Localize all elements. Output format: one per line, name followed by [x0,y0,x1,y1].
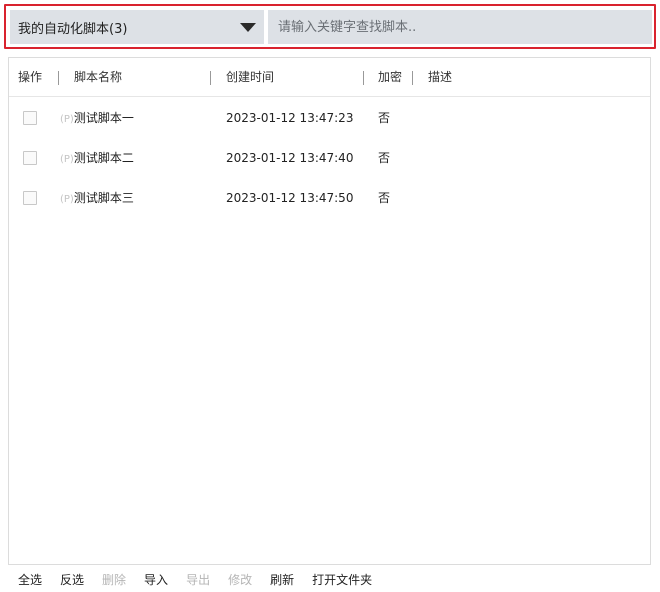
header-action: 操作 [18,70,43,84]
encrypted-cell: 否 [378,151,391,165]
filter-bar-highlight: 我的自动化脚本(3) [4,4,656,49]
table-row[interactable]: (P)测试脚本二 2023-01-12 13:47:40 否 [9,138,650,178]
dropdown-selected-value: 我的自动化脚本(3) [18,21,128,37]
header-created[interactable]: 创建时间 [226,58,274,97]
open-folder-button[interactable]: 打开文件夹 [312,571,372,588]
script-name: 测试脚本一 [73,111,134,125]
script-type-prefix: (P) [60,154,74,165]
header-divider[interactable] [412,71,413,85]
script-type-prefix: (P) [60,194,74,205]
select-all-button[interactable]: 全选 [18,571,42,588]
created-time-cell: 2023-01-12 13:47:40 [226,151,354,165]
encrypted-cell: 否 [378,111,391,125]
encrypted-cell: 否 [378,191,391,205]
script-name: 测试脚本三 [73,191,134,205]
script-name-cell: (P)测试脚本一 [60,98,134,138]
table-header: 操作 脚本名称 创建时间 加密 描述 [9,58,650,97]
script-name: 测试脚本二 [73,151,134,165]
row-checkbox[interactable] [23,191,37,205]
header-divider[interactable] [58,71,59,85]
import-button[interactable]: 导入 [144,571,168,588]
created-time-cell: 2023-01-12 13:47:50 [226,191,354,205]
script-search-input[interactable] [268,10,652,44]
table-row[interactable]: (P)测试脚本三 2023-01-12 13:47:50 否 [9,178,650,218]
created-time-cell: 2023-01-12 13:47:23 [226,111,354,125]
script-type-prefix: (P) [60,114,74,125]
caret-down-icon[interactable] [240,23,256,32]
modify-button: 修改 [228,572,253,587]
table-row[interactable]: (P)测试脚本一 2023-01-12 13:47:23 否 [9,98,650,138]
invert-selection-button[interactable]: 反选 [60,571,84,588]
header-divider[interactable] [363,71,364,85]
script-category-dropdown[interactable]: 我的自动化脚本(3) [10,10,264,44]
footer-toolbar: 全选 反选 删除 导入 导出 修改 刷新 打开文件夹 [8,570,390,588]
refresh-button[interactable]: 刷新 [270,571,294,588]
header-name[interactable]: 脚本名称 [74,58,122,97]
row-checkbox[interactable] [23,151,37,165]
export-button: 导出 [186,572,211,587]
header-divider[interactable] [210,71,211,85]
script-name-cell: (P)测试脚本二 [60,138,134,178]
header-encrypted[interactable]: 加密 [378,58,402,97]
header-description[interactable]: 描述 [428,58,452,97]
delete-button: 删除 [102,572,127,587]
script-table: 操作 脚本名称 创建时间 加密 描述 (P)测试脚本一 2023-01-12 1… [8,57,651,565]
row-checkbox[interactable] [23,111,37,125]
script-name-cell: (P)测试脚本三 [60,178,134,218]
